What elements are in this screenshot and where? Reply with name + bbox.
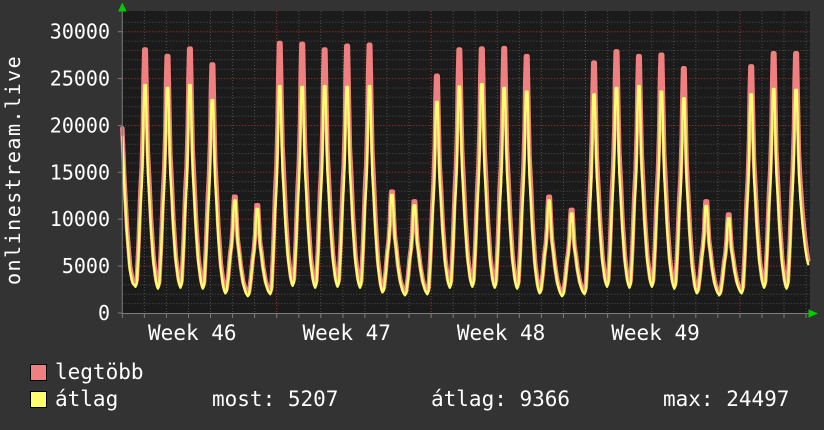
x-axis-arrow-icon xyxy=(808,309,818,318)
svg-text:0: 0 xyxy=(98,301,110,325)
svg-text:Week 48: Week 48 xyxy=(457,321,546,345)
svg-text:Week 47: Week 47 xyxy=(302,321,391,345)
legend-swatch-legtobb xyxy=(30,364,47,381)
svg-text:25000: 25000 xyxy=(50,67,110,91)
svg-text:10000: 10000 xyxy=(50,207,110,231)
svg-text:30000: 30000 xyxy=(50,20,110,44)
y-axis-labels: 0 5000 10000 15000 20000 25000 30000 xyxy=(50,20,110,325)
svg-text:20000: 20000 xyxy=(50,114,110,138)
svg-text:15000: 15000 xyxy=(50,160,110,184)
stat-most: most: 5207 xyxy=(212,387,339,411)
legend-label-atlag: átlag xyxy=(55,387,119,411)
y-axis-arrow-icon xyxy=(118,2,127,12)
legend-swatch-atlag xyxy=(30,391,47,408)
plot-area xyxy=(122,11,811,313)
legend-label-legtobb: legtöbb xyxy=(55,360,144,384)
svg-text:Week 46: Week 46 xyxy=(148,321,237,345)
svg-text:Week 49: Week 49 xyxy=(611,321,700,345)
svg-text:5000: 5000 xyxy=(62,254,110,278)
stat-atlag: átlag: 9366 xyxy=(431,387,571,411)
x-axis-labels: Week 46 Week 47 Week 48 Week 49 xyxy=(148,321,700,345)
stat-max: max: 24497 xyxy=(663,387,790,411)
rrd-graph: onlinestream.live 0 5000 10000 15000 20000 25… xyxy=(0,0,824,430)
